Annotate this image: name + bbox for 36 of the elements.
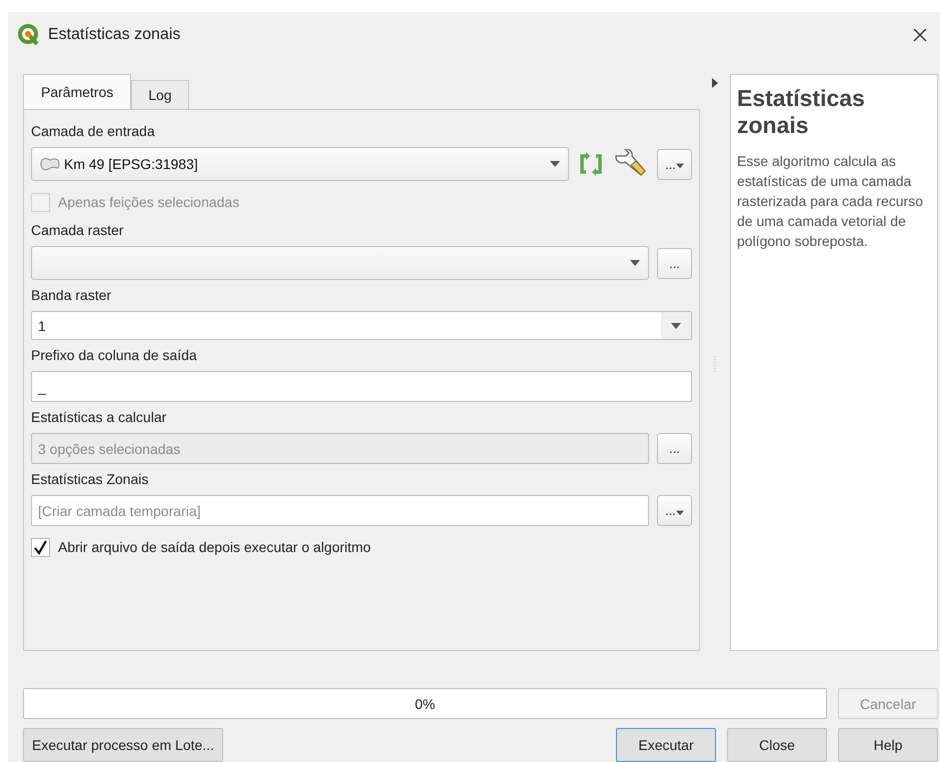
progress-text: 0%	[414, 696, 436, 712]
caret-icon	[676, 510, 684, 516]
caret-icon	[630, 260, 640, 266]
help-text: Esse algoritmo calcula as estatísticas de uma camada rasterizada para cada recurso de uma camada vetorial de polígono sobreposta.	[737, 152, 924, 251]
caret-icon	[671, 322, 681, 328]
field-label: Estatísticas Zonais	[31, 470, 150, 489]
dialog-button[interactable]: Close	[727, 728, 827, 762]
polygon-layer-icon	[40, 157, 60, 171]
dialog-button[interactable]: Executar	[616, 728, 716, 762]
browse-button[interactable]: ...	[657, 248, 692, 278]
tab[interactable]: Log	[131, 80, 189, 109]
dialog-button[interactable]: Help	[838, 728, 938, 762]
input-field[interactable]: _	[31, 371, 692, 402]
tab[interactable]: Parâmetros	[23, 74, 132, 109]
layer-dropdown[interactable]: Km 49 [EPSG:31983]	[31, 147, 569, 181]
menu-button[interactable]: ...	[657, 495, 692, 526]
help-title: Estatísticas zonais	[737, 85, 866, 139]
menu-button[interactable]: ...	[657, 148, 692, 180]
field-label: Camada raster	[31, 221, 125, 240]
collapse-arrow-icon[interactable]	[712, 78, 718, 88]
caret-icon	[676, 163, 684, 169]
checkbox-label: Abrir arquivo de saída depois executar o algoritmo	[58, 539, 371, 555]
browse-button[interactable]: ...	[657, 433, 692, 464]
app-logo-icon	[18, 24, 40, 46]
field-label: Estatísticas a calcular	[31, 408, 168, 427]
splitter-handle[interactable]	[714, 356, 716, 374]
band-dropdown[interactable]: 1	[31, 311, 692, 340]
caret-icon	[550, 161, 560, 167]
field-label: Prefixo da coluna de saída	[31, 346, 198, 365]
field-label: Banda raster	[31, 286, 112, 305]
field-label: Camada de entrada	[31, 122, 156, 141]
checkbox[interactable]	[31, 538, 50, 556]
close-icon[interactable]	[912, 27, 928, 43]
checkbox-label: Apenas feições selecionadas	[58, 194, 240, 210]
window-title: Estatísticas zonais	[48, 26, 182, 44]
dialog-button[interactable]: Executar processo em Lote...	[23, 728, 224, 762]
